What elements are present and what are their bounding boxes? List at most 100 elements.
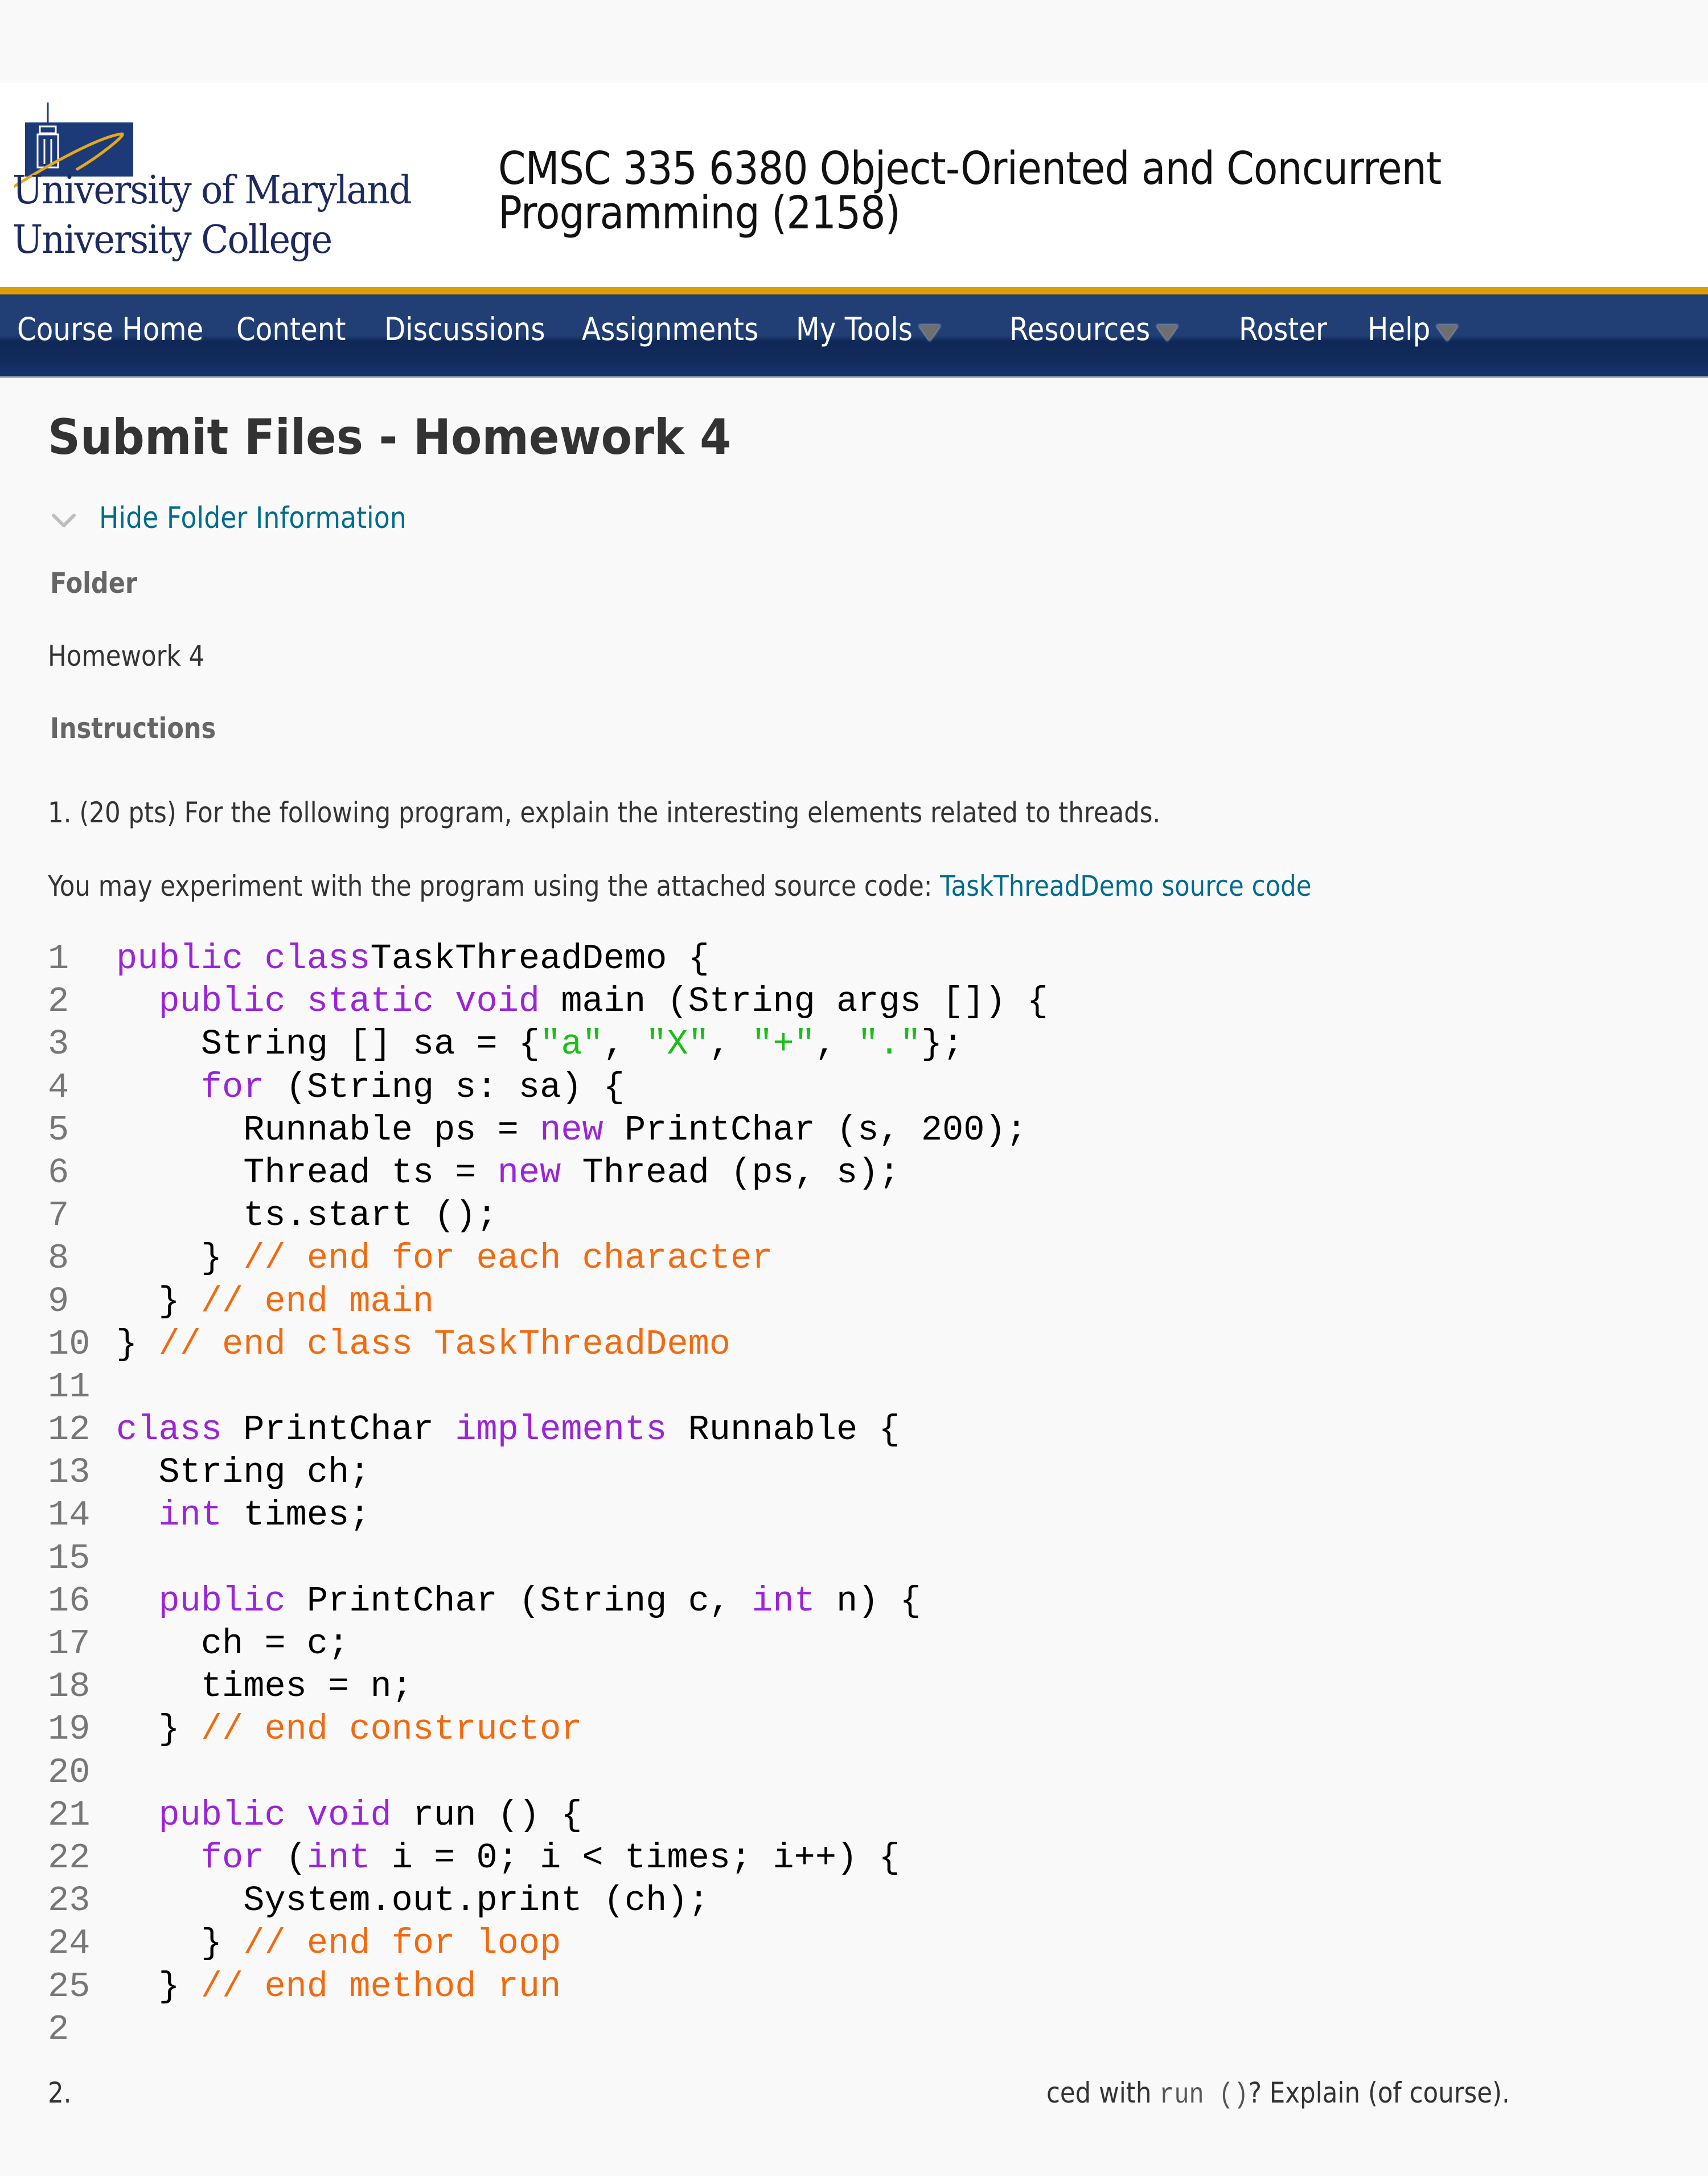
code-keyword: new xyxy=(540,1109,603,1150)
nav-label: Course Home xyxy=(17,311,204,347)
code-line: 3 String [] sa = {"a", "X", "+", "."}; xyxy=(48,1023,1048,1066)
university-logo[interactable]: University of Maryland University Colleg… xyxy=(0,83,433,271)
code-line: 10} // end class TaskThreadDemo xyxy=(48,1323,1048,1366)
question-1-text: 1. (20 pts) For the following program, e… xyxy=(48,796,1161,829)
code-comment: // end for loop xyxy=(243,1923,561,1964)
nav-label: Roster xyxy=(1239,311,1327,347)
code-line: 25 } // end method run xyxy=(48,1965,1048,2008)
line-number: 9 xyxy=(48,1281,69,1322)
line-number: 13 xyxy=(48,1452,91,1493)
source-code-link[interactable]: TaskThreadDemo source code xyxy=(940,870,1311,903)
browser-top-strip xyxy=(0,0,1708,83)
nav-help[interactable]: Help xyxy=(1368,311,1459,347)
code-keyword: new xyxy=(497,1152,561,1193)
code-text: ch = c; xyxy=(116,1624,350,1664)
nav-content[interactable]: Content xyxy=(236,311,346,347)
code-line: 17 ch = c; xyxy=(48,1622,1048,1665)
code-text: Thread (ps, s); xyxy=(561,1152,900,1193)
code-text: System.out.print (ch); xyxy=(116,1880,709,1921)
code-line: 18 times = n; xyxy=(48,1665,1048,1708)
question-2-text: ced with run ()? Explain (of course). xyxy=(1046,2076,1510,2112)
code-text: Runnable ps = xyxy=(116,1109,540,1150)
line-number: 19 xyxy=(48,1709,91,1750)
code-text: run () { xyxy=(391,1794,582,1835)
code-line: 5 Runnable ps = new PrintChar (s, 200); xyxy=(48,1109,1048,1151)
code-line: 9 } // end main xyxy=(48,1280,1048,1323)
code-text: times = n; xyxy=(116,1666,413,1707)
code-keyword: int xyxy=(752,1580,815,1621)
code-text: String [] sa = { xyxy=(116,1024,540,1065)
line-number: 2 xyxy=(48,981,69,1022)
code-line: 7 ts.start (); xyxy=(48,1194,1048,1237)
nav-label: Content xyxy=(236,311,346,347)
code-text: } xyxy=(116,1323,159,1364)
nav-my-tools[interactable]: My Tools xyxy=(796,311,941,347)
code-text: TaskThreadDemo { xyxy=(370,939,709,979)
line-number: 4 xyxy=(48,1067,69,1108)
experiment-paragraph: You may experiment with the program usin… xyxy=(48,870,1312,903)
hide-folder-info-link[interactable]: Hide Folder Information xyxy=(99,501,407,535)
nav-label: Discussions xyxy=(384,311,545,347)
code-string: "a" xyxy=(540,1024,603,1065)
course-title-line2: Programming (2158) xyxy=(498,187,901,239)
code-comment: // end method run xyxy=(200,1966,561,2007)
code-line: 4 for (String s: sa) { xyxy=(48,1066,1048,1109)
code-keyword: for xyxy=(200,1837,265,1878)
folder-heading: Folder xyxy=(50,567,138,600)
line-number: 15 xyxy=(48,1538,91,1579)
line-number: 12 xyxy=(48,1409,91,1450)
page-title: Submit Files - Homework 4 xyxy=(48,409,732,466)
code-string: "X" xyxy=(646,1024,709,1065)
code-text: i = 0; i < times; i++) { xyxy=(370,1837,900,1878)
caret-down-icon xyxy=(1156,325,1179,341)
logo-text-line1: University of Maryland xyxy=(13,168,412,213)
code-line: 2 public static void main (String args [… xyxy=(48,980,1048,1023)
code-text: n) { xyxy=(815,1580,921,1621)
line-number: 1 xyxy=(48,939,69,979)
line-number: 11 xyxy=(48,1366,91,1407)
code-line: 22 for (int i = 0; i < times; i++) { xyxy=(48,1837,1048,1879)
code-text: }; xyxy=(921,1024,964,1065)
code-text: PrintChar (String c, xyxy=(285,1580,752,1621)
code-text: times; xyxy=(222,1495,371,1536)
code-text: (String s: sa) { xyxy=(264,1067,625,1108)
line-number: 20 xyxy=(48,1752,91,1793)
line-number: 22 xyxy=(48,1837,91,1878)
code-text: } xyxy=(116,1281,201,1322)
line-number: 18 xyxy=(48,1666,91,1707)
code-text: } xyxy=(116,1709,201,1750)
hide-folder-info-toggle[interactable]: Hide Folder Information xyxy=(51,501,448,535)
code-text: } xyxy=(116,1238,244,1279)
code-comment: // end for each character xyxy=(243,1238,773,1279)
course-title-line1: CMSC 335 6380 Object-Oriented and Concur… xyxy=(498,142,1442,195)
code-text: ( xyxy=(264,1837,307,1878)
nav-course-home[interactable]: Course Home xyxy=(17,311,204,347)
code-keyword: class xyxy=(116,1409,223,1450)
nav-roster[interactable]: Roster xyxy=(1239,311,1327,347)
code-text: , xyxy=(603,1024,646,1065)
line-number: 3 xyxy=(48,1024,69,1065)
code-line: 16 public PrintChar (String c, int n) { xyxy=(48,1580,1048,1622)
code-keyword: public void xyxy=(158,1794,392,1835)
code-text: } xyxy=(116,1923,244,1964)
code-comment: // end class TaskThreadDemo xyxy=(158,1323,730,1364)
line-number: 10 xyxy=(48,1323,91,1364)
line-number: 6 xyxy=(48,1152,69,1193)
nav-assignments[interactable]: Assignments xyxy=(582,311,758,347)
code-text: } xyxy=(116,1966,201,2007)
folder-value: Homework 4 xyxy=(48,640,205,673)
nav-resources[interactable]: Resources xyxy=(1009,311,1179,347)
code-text: Thread ts = xyxy=(116,1152,498,1193)
code-text: PrintChar (s, 200); xyxy=(603,1109,1027,1150)
code-comment: // end constructor xyxy=(200,1709,582,1750)
code-keyword: public class xyxy=(116,939,371,979)
code-text: , xyxy=(709,1024,752,1065)
nav-discussions[interactable]: Discussions xyxy=(384,311,545,347)
line-number: 7 xyxy=(48,1195,69,1236)
caret-down-icon xyxy=(1436,325,1459,341)
code-line: 12 class PrintChar implements Runnable { xyxy=(48,1408,1048,1451)
